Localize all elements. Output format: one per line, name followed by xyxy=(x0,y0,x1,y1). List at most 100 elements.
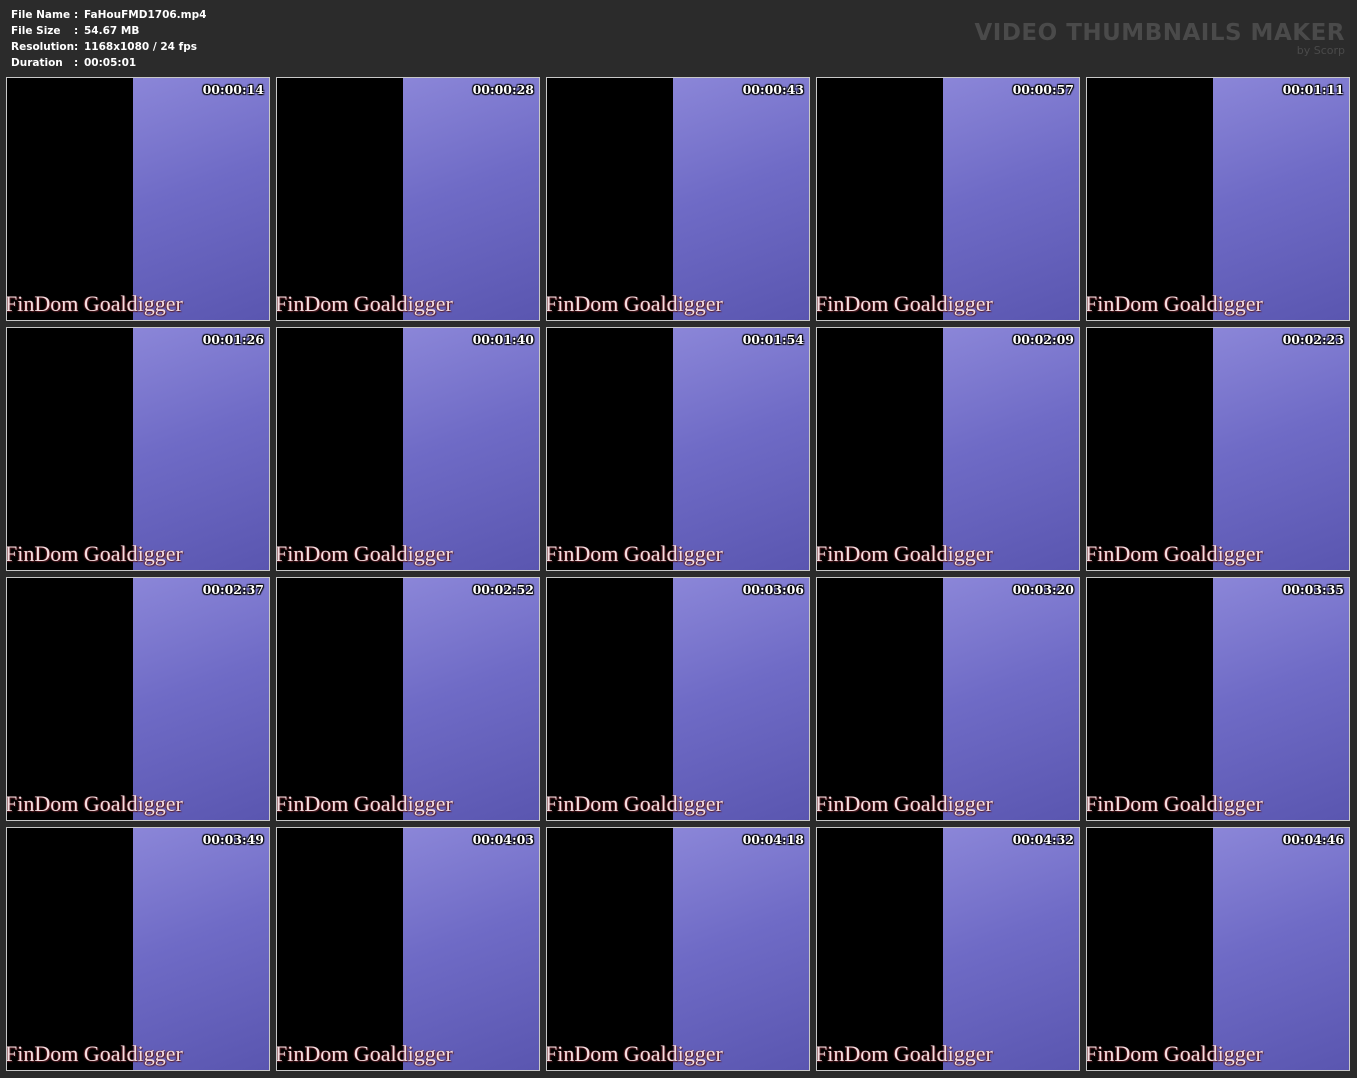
letterbox-area xyxy=(547,828,673,1070)
brand-logo: VIDEO THUMBNAILS MAKER by Scorp xyxy=(974,20,1345,57)
letterbox-area xyxy=(1087,828,1213,1070)
letterbox-area xyxy=(7,828,133,1070)
thumbnail-frame[interactable]: 00:00:14 FinDom Goaldigger xyxy=(6,77,270,321)
thumbnail-timestamp: 00:04:03 xyxy=(472,832,534,847)
video-frame-image xyxy=(943,578,1079,820)
thumbnail-watermark: FinDom Goaldigger xyxy=(546,291,723,316)
thumbnail-watermark: FinDom Goaldigger xyxy=(276,541,453,566)
thumbnail-frame[interactable]: 00:01:11 FinDom Goaldigger xyxy=(1086,77,1350,321)
letterbox-area xyxy=(817,828,943,1070)
thumbnail-watermark: FinDom Goaldigger xyxy=(816,791,993,816)
video-frame-image xyxy=(133,578,269,820)
thumbnail-frame[interactable]: 00:04:46 FinDom Goaldigger xyxy=(1086,827,1350,1071)
thumbnail-timestamp: 00:00:14 xyxy=(202,82,264,97)
thumbnail-frame[interactable]: 00:04:18 FinDom Goaldigger xyxy=(546,827,810,1071)
thumbnail-frame[interactable]: 00:01:26 FinDom Goaldigger xyxy=(6,327,270,571)
thumbnail-grid: 00:00:14 FinDom Goaldigger 00:00:28 FinDom … xyxy=(6,77,1352,1072)
file-size-row: File Size : 54.67 MB xyxy=(11,23,206,39)
thumbnail-watermark: FinDom Goaldigger xyxy=(6,791,183,816)
thumbnail-timestamp: 00:01:26 xyxy=(202,332,264,347)
thumbnail-timestamp: 00:02:37 xyxy=(202,582,264,597)
letterbox-area xyxy=(1087,78,1213,320)
thumbnail-watermark: FinDom Goaldigger xyxy=(6,291,183,316)
thumbnail-frame[interactable]: 00:03:06 FinDom Goaldigger xyxy=(546,577,810,821)
resolution-value: 1168x1080 / 24 fps xyxy=(84,41,197,53)
header: File Name : FaHouFMD1706.mp4 File Size :… xyxy=(0,0,1357,76)
thumbnail-watermark: FinDom Goaldigger xyxy=(1086,291,1263,316)
letterbox-area xyxy=(547,328,673,570)
thumbnail-frame[interactable]: 00:02:23 FinDom Goaldigger xyxy=(1086,327,1350,571)
video-frame-image xyxy=(133,78,269,320)
thumbnail-watermark: FinDom Goaldigger xyxy=(1086,791,1263,816)
thumbnail-timestamp: 00:04:18 xyxy=(742,832,804,847)
thumbnail-timestamp: 00:02:52 xyxy=(472,582,534,597)
thumbnail-frame[interactable]: 00:01:40 FinDom Goaldigger xyxy=(276,327,540,571)
letterbox-area xyxy=(7,328,133,570)
thumbnail-frame[interactable]: 00:02:09 FinDom Goaldigger xyxy=(816,327,1080,571)
thumbnail-watermark: FinDom Goaldigger xyxy=(816,541,993,566)
letterbox-area xyxy=(277,828,403,1070)
letterbox-area xyxy=(547,578,673,820)
thumbnail-frame[interactable]: 00:00:43 FinDom Goaldigger xyxy=(546,77,810,321)
video-frame-image xyxy=(673,578,809,820)
thumbnail-timestamp: 00:04:32 xyxy=(1012,832,1074,847)
thumbnail-timestamp: 00:03:35 xyxy=(1282,582,1344,597)
video-frame-image xyxy=(403,328,539,570)
thumbnail-watermark: FinDom Goaldigger xyxy=(276,291,453,316)
thumbnail-frame[interactable]: 00:04:03 FinDom Goaldigger xyxy=(276,827,540,1071)
thumbnail-watermark: FinDom Goaldigger xyxy=(816,291,993,316)
thumbnail-timestamp: 00:03:20 xyxy=(1012,582,1074,597)
duration-row: Duration : 00:05:01 xyxy=(11,55,206,71)
resolution-row: Resolution : 1168x1080 / 24 fps xyxy=(11,39,206,55)
thumbnail-watermark: FinDom Goaldigger xyxy=(6,541,183,566)
file-size-value: 54.67 MB xyxy=(84,25,140,37)
thumbnail-timestamp: 00:00:57 xyxy=(1012,82,1074,97)
brand-title: VIDEO THUMBNAILS MAKER xyxy=(974,20,1345,46)
video-frame-image xyxy=(1213,78,1349,320)
brand-subtitle: by Scorp xyxy=(1296,44,1345,57)
thumbnail-timestamp: 00:01:54 xyxy=(742,332,804,347)
letterbox-area xyxy=(7,78,133,320)
thumbnail-frame[interactable]: 00:01:54 FinDom Goaldigger xyxy=(546,327,810,571)
thumbnail-frame[interactable]: 00:04:32 FinDom Goaldigger xyxy=(816,827,1080,1071)
duration-value: 00:05:01 xyxy=(84,57,137,69)
thumbnail-watermark: FinDom Goaldigger xyxy=(546,1041,723,1066)
thumbnail-frame[interactable]: 00:00:28 FinDom Goaldigger xyxy=(276,77,540,321)
file-name-label: File Name xyxy=(11,9,71,21)
thumbnail-frame[interactable]: 00:03:35 FinDom Goaldigger xyxy=(1086,577,1350,821)
video-frame-image xyxy=(133,328,269,570)
thumbnail-watermark: FinDom Goaldigger xyxy=(816,1041,993,1066)
letterbox-area xyxy=(277,328,403,570)
file-name-row: File Name : FaHouFMD1706.mp4 xyxy=(11,7,206,23)
letterbox-area xyxy=(7,578,133,820)
thumbnail-watermark: FinDom Goaldigger xyxy=(546,541,723,566)
resolution-colon: : xyxy=(74,41,79,53)
video-frame-image xyxy=(1213,578,1349,820)
file-name-value: FaHouFMD1706.mp4 xyxy=(84,9,207,21)
letterbox-area xyxy=(817,78,943,320)
thumbnail-frame[interactable]: 00:03:49 FinDom Goaldigger xyxy=(6,827,270,1071)
thumbnail-frame[interactable]: 00:03:20 FinDom Goaldigger xyxy=(816,577,1080,821)
video-frame-image xyxy=(1213,328,1349,570)
thumbnail-watermark: FinDom Goaldigger xyxy=(276,1041,453,1066)
thumbnail-watermark: FinDom Goaldigger xyxy=(6,1041,183,1066)
letterbox-area xyxy=(547,78,673,320)
letterbox-area xyxy=(817,328,943,570)
thumbnail-timestamp: 00:04:46 xyxy=(1282,832,1344,847)
thumbnail-timestamp: 00:01:40 xyxy=(472,332,534,347)
thumbnail-timestamp: 00:00:43 xyxy=(742,82,804,97)
file-size-label: File Size xyxy=(11,25,61,37)
file-info: File Name : FaHouFMD1706.mp4 File Size :… xyxy=(11,7,206,71)
video-frame-image xyxy=(1213,828,1349,1070)
thumbnail-frame[interactable]: 00:00:57 FinDom Goaldigger xyxy=(816,77,1080,321)
resolution-label: Resolution xyxy=(11,41,75,53)
thumbnail-timestamp: 00:03:06 xyxy=(742,582,804,597)
thumbnail-timestamp: 00:00:28 xyxy=(472,82,534,97)
thumbnail-frame[interactable]: 00:02:52 FinDom Goaldigger xyxy=(276,577,540,821)
video-frame-image xyxy=(673,328,809,570)
thumbnail-frame[interactable]: 00:02:37 FinDom Goaldigger xyxy=(6,577,270,821)
thumbnail-watermark: FinDom Goaldigger xyxy=(276,791,453,816)
thumbnail-timestamp: 00:01:11 xyxy=(1282,82,1344,97)
letterbox-area xyxy=(277,578,403,820)
video-frame-image xyxy=(403,578,539,820)
